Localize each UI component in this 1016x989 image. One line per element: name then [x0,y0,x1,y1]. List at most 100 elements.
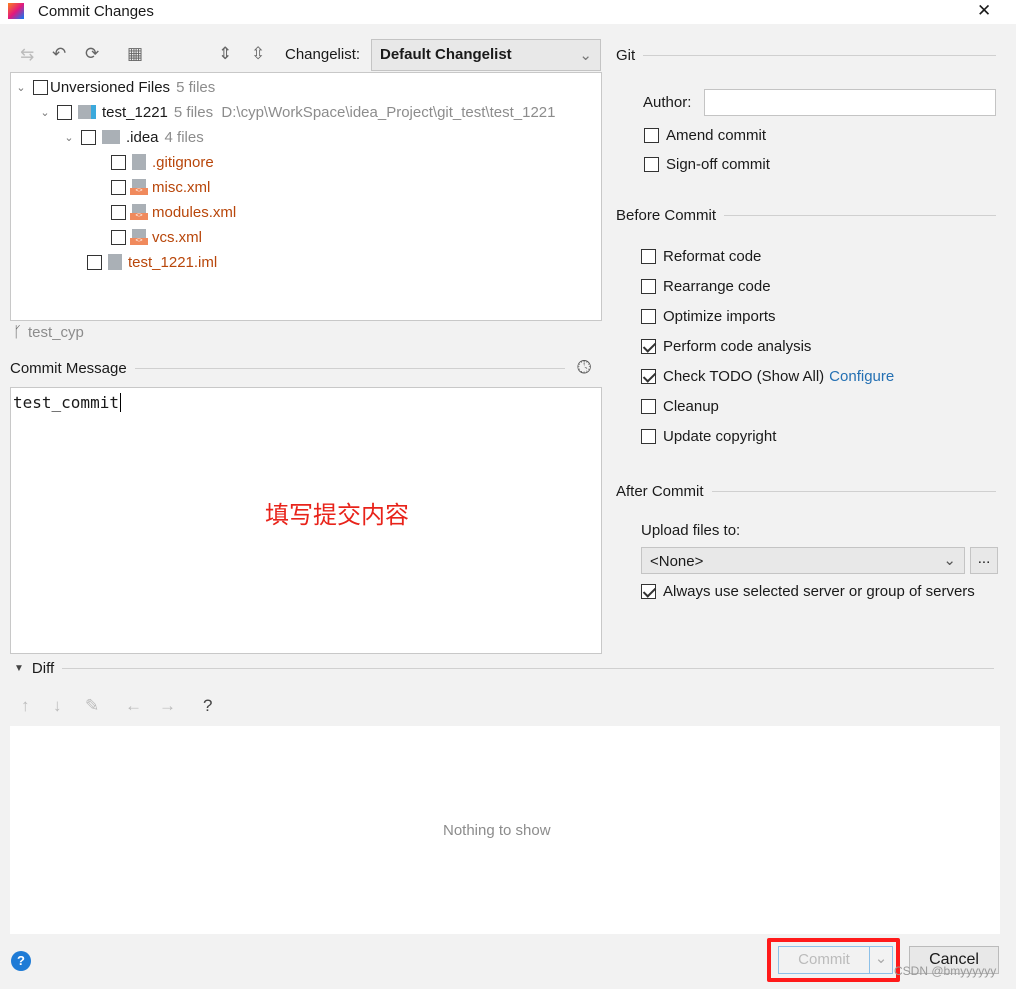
upload-server-select[interactable]: <None> ⌄ [641,547,965,574]
rollback-icon[interactable]: ↶ [52,44,66,64]
checkbox[interactable] [641,398,656,414]
diff-panel: Nothing to show [10,726,1000,934]
checkbox[interactable] [33,79,48,95]
chevron-down-icon[interactable]: ⌄ [63,131,75,144]
checkbox[interactable] [57,104,72,120]
xml-file-icon [130,229,148,245]
node-label: test_1221.iml [128,253,218,271]
diff-title: Diff [31,660,55,677]
checkbox[interactable] [111,179,126,195]
move-icon[interactable]: ⇆ [20,45,34,65]
node-meta: 5 files D:\cyp\WorkSpace\idea_Project\gi… [173,103,556,121]
node-label: Unversioned Files [50,78,171,96]
collapse-all-icon[interactable]: ⇳ [251,44,265,64]
checkbox[interactable] [87,254,102,270]
before-commit-header: Before Commit [616,207,996,224]
refresh-icon[interactable]: ⟳ [85,44,99,64]
option-label: Amend commit [666,126,767,144]
checkbox[interactable] [641,308,656,324]
group-by-icon[interactable]: ▦ [127,44,143,64]
signoff-commit-checkbox[interactable]: Sign-off commit [644,153,770,175]
empty-diff-text: Nothing to show [443,822,551,839]
watermark: CSDN @bmyyyyyy [894,964,997,978]
commit-button[interactable]: Commit [778,946,870,974]
checkbox[interactable] [111,204,126,220]
help-diff-icon[interactable]: ? [203,696,212,716]
collapse-triangle-icon[interactable]: ▼ [14,663,24,674]
checkbox[interactable] [644,127,659,143]
next-file-icon[interactable]: → [159,696,176,716]
checkbox[interactable] [644,156,659,172]
commit-message-label: Commit Message [10,360,127,377]
checkbox[interactable] [641,248,656,264]
browse-label: ... [977,550,991,567]
author-input[interactable] [704,89,996,116]
chevron-down-icon: ⌄ [943,552,956,569]
after-commit-header: After Commit [616,483,996,500]
optimize-imports-checkbox[interactable]: Optimize imports [641,305,776,327]
commit-options-dropdown[interactable]: ⌄ [869,946,893,974]
commit-message-header: Commit Message [10,360,565,377]
checkbox[interactable] [641,338,656,354]
tree-node-idea[interactable]: ⌄ .idea 4 files [63,126,204,148]
tree-node-unversioned[interactable]: ⌄ Unversioned Files 5 files [15,76,215,98]
changes-tree[interactable]: ⌄ Unversioned Files 5 files ⌄ test_1221 5 fi… [10,72,602,321]
checkbox[interactable] [641,368,656,384]
tree-node-file[interactable]: vcs.xml [111,226,202,248]
node-label: modules.xml [152,203,237,221]
tree-node-module[interactable]: ⌄ test_1221 5 files D:\cyp\WorkSpace\idea_… [39,101,555,123]
checkbox[interactable] [641,278,656,294]
chevron-down-icon[interactable]: ⌄ [15,81,27,94]
edit-icon[interactable]: ✎ [85,696,99,716]
code-analysis-checkbox[interactable]: Perform code analysis [641,335,811,357]
commit-message-input[interactable]: test_commit 填写提交内容 [10,387,602,654]
checkbox[interactable] [111,154,126,170]
previous-diff-icon[interactable]: ↑ [21,696,30,716]
checkbox[interactable] [81,129,96,145]
history-clock-icon[interactable]: 🕓︎ [577,357,591,378]
branch-icon: ᚴ [13,323,23,341]
iml-file-icon [108,254,122,270]
diff-header[interactable]: ▼ Diff [14,660,994,677]
tree-node-file[interactable]: misc.xml [111,176,210,198]
check-todo-checkbox[interactable]: Check TODO (Show All) Configure [641,365,894,387]
amend-commit-checkbox[interactable]: Amend commit [644,124,766,146]
browse-button[interactable]: ... [970,547,998,574]
before-commit-title: Before Commit [616,207,717,224]
configure-link[interactable]: Configure [829,368,894,385]
node-meta: 5 files [176,78,216,96]
close-button[interactable]: ✕ [977,1,991,21]
commit-message-text: test_commit [13,393,121,412]
expand-all-icon[interactable]: ⇕ [218,44,232,64]
window-title: Commit Changes [38,3,154,20]
next-diff-icon[interactable]: ↓ [53,696,62,716]
folder-icon [102,130,120,144]
git-section-header: Git [616,47,996,64]
checkbox[interactable] [641,428,656,444]
node-label: .gitignore [152,153,214,171]
tree-node-file[interactable]: test_1221.iml [87,251,217,273]
reformat-code-checkbox[interactable]: Reformat code [641,245,761,267]
always-use-server-checkbox[interactable]: Always use selected server or group of s… [641,580,975,602]
checkbox[interactable] [111,229,126,245]
author-label: Author: [643,94,692,111]
node-meta: 4 files [164,128,204,146]
git-title: Git [616,47,636,64]
chevron-down-icon[interactable]: ⌄ [39,106,51,119]
tree-node-file[interactable]: modules.xml [111,201,236,223]
upload-value: <None> [650,553,704,570]
cleanup-checkbox[interactable]: Cleanup [641,395,719,417]
update-copyright-checkbox[interactable]: Update copyright [641,425,776,447]
rearrange-code-checkbox[interactable]: Rearrange code [641,275,771,297]
previous-file-icon[interactable]: ← [125,696,142,716]
changelist-select[interactable]: Default Changelist ⌄ [371,39,601,71]
tree-node-file[interactable]: .gitignore [111,151,214,173]
help-button[interactable]: ? [11,951,31,971]
node-label: test_1221 [102,103,168,121]
option-label: Check TODO (Show All) [663,367,825,385]
checkbox[interactable] [641,583,656,599]
option-label: Sign-off commit [666,155,770,173]
option-label: Always use selected server or group of s… [663,582,975,600]
chevron-down-icon: ⌄ [579,47,592,64]
module-folder-icon [78,105,96,119]
